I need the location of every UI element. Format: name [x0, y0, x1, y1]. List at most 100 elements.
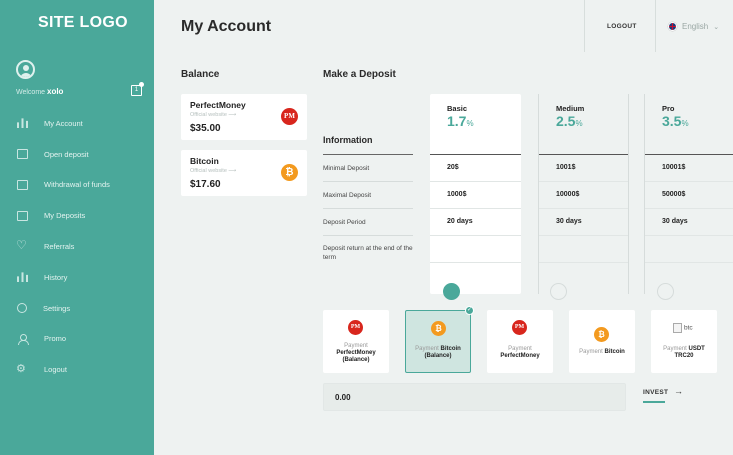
plan-row-divider — [539, 262, 628, 263]
plan-row-divider — [539, 208, 628, 209]
plan-max: 50000$ — [662, 191, 686, 198]
plan-row-divider — [645, 208, 733, 209]
sidebar-item-referrals[interactable]: Referrals — [0, 231, 154, 262]
payment-label: Payment PerfectMoney (Balance) — [336, 343, 376, 363]
plan-max: 10000$ — [556, 191, 580, 198]
plan-basic-radio[interactable] — [443, 283, 460, 300]
balance-name: PerfectMoney — [190, 100, 246, 110]
sidebar-item-label: Withdrawal of funds — [44, 180, 110, 190]
plan-basic[interactable]: Basic 1.7% 20$ 1000$ 20 days — [430, 94, 521, 294]
deposit-title: Make a Deposit — [323, 69, 396, 80]
payment-label: Payment Bitcoin — [579, 349, 625, 355]
balance-card-bitcoin: Bitcoin Official website ⟶ $17.60 ₿ — [181, 150, 307, 196]
sidebar-item-withdrawal[interactable]: Withdrawal of funds — [0, 170, 154, 201]
plan-min: 1001$ — [556, 164, 576, 171]
site-logo[interactable]: SITE LOGO — [38, 14, 128, 32]
welcome-label: Welcome — [16, 89, 46, 96]
perfectmoney-icon: PM — [281, 108, 298, 125]
plan-row-divider — [645, 262, 733, 263]
sidebar-item-label: Referrals — [44, 242, 75, 252]
plan-pro-radio[interactable] — [657, 283, 674, 300]
logout-link[interactable]: LOGOUT — [607, 23, 637, 30]
page-title: My Account — [181, 18, 272, 35]
payment-bitcoin[interactable]: ₿ Payment Bitcoin — [569, 310, 635, 373]
sidebar-item-label: Promo — [44, 334, 67, 344]
official-website-link[interactable]: Official website ⟶ — [190, 112, 236, 118]
row-divider — [323, 235, 413, 236]
selected-check-icon: ✓ — [465, 306, 474, 315]
plan-name: Medium — [556, 104, 585, 113]
plan-divider — [539, 154, 628, 155]
bitcoin-icon: ₿ — [431, 321, 446, 336]
welcome-text: Welcome xolo — [16, 87, 63, 96]
payment-bitcoin-balance[interactable]: ₿ Payment Bitcoin (Balance) — [405, 310, 471, 373]
balance-amount: $35.00 — [190, 123, 221, 134]
sidebar-item-label: My Account — [44, 118, 83, 128]
sidebar-item-label: Open deposit — [44, 149, 89, 159]
sidebar-nav: My Account Open deposit Withdrawal of fu… — [0, 108, 154, 385]
plan-rate: 2.5% — [556, 113, 583, 129]
avatar-icon[interactable] — [16, 60, 35, 79]
plan-row-divider — [539, 235, 628, 236]
plan-rate: 3.5% — [662, 113, 689, 129]
sidebar-item-my-account[interactable]: My Account — [0, 108, 154, 139]
sidebar-item-history[interactable]: History — [0, 262, 154, 293]
bitcoin-icon: ₿ — [281, 164, 298, 181]
balance-name: Bitcoin — [190, 156, 219, 166]
chevron-down-icon: ⌄ — [713, 23, 720, 31]
cash-withdraw-icon — [17, 179, 28, 190]
sidebar-item-label: Settings — [43, 303, 71, 313]
sidebar-item-label: History — [44, 272, 68, 282]
language-select[interactable]: English ⌄ — [668, 22, 719, 31]
plan-medium-radio[interactable] — [550, 283, 567, 300]
plan-row-divider — [430, 262, 521, 263]
plan-period: 30 days — [662, 218, 688, 225]
invest-button[interactable]: INVEST — [643, 389, 668, 396]
information-divider — [323, 154, 413, 155]
plan-pro[interactable]: Pro 3.5% 10001$ 50000$ 30 days — [644, 94, 733, 294]
payment-label: Payment USDT TRC20 — [663, 346, 705, 359]
row-label-max: Maximal Deposit — [323, 192, 372, 199]
plan-min: 20$ — [447, 164, 459, 171]
settings-clock-icon — [17, 303, 27, 314]
sidebar-item-logout[interactable]: Logout — [0, 354, 154, 385]
bitcoin-icon: ₿ — [594, 327, 609, 342]
payment-perfectmoney[interactable]: PM Payment PerfectMoney — [487, 310, 553, 373]
plan-row-divider — [430, 235, 521, 236]
sidebar-item-promo[interactable]: Promo — [0, 324, 154, 355]
official-website-link[interactable]: Official website ⟶ — [190, 168, 236, 174]
invest-underline — [643, 401, 665, 403]
sidebar-item-open-deposit[interactable]: Open deposit — [0, 139, 154, 170]
sidebar-item-label: Logout — [44, 365, 67, 375]
sidebar-item-settings[interactable]: Settings — [0, 293, 154, 324]
amount-input[interactable] — [323, 383, 626, 411]
chart-icon — [17, 272, 28, 282]
payment-label: Payment Bitcoin (Balance) — [415, 346, 461, 359]
gear-icon — [16, 362, 28, 375]
header-divider — [584, 0, 585, 52]
plan-medium[interactable]: Medium 2.5% 1001$ 10000$ 30 days — [538, 94, 629, 294]
sidebar-item-my-deposits[interactable]: My Deposits — [0, 200, 154, 231]
plan-row-divider — [645, 235, 733, 236]
sidebar-item-label: My Deposits — [44, 211, 86, 221]
row-divider — [323, 181, 413, 182]
perfectmoney-icon: PM — [512, 320, 527, 335]
balance-card-perfectmoney: PerfectMoney Official website ⟶ $35.00 P… — [181, 94, 307, 140]
plan-row-divider — [430, 181, 521, 182]
plan-max: 1000$ — [447, 191, 467, 198]
user-icon — [17, 333, 29, 345]
plan-period: 30 days — [556, 218, 582, 225]
payment-perfectmoney-balance[interactable]: PM Payment PerfectMoney (Balance) — [323, 310, 389, 373]
header-divider — [655, 0, 656, 52]
uk-flag-icon — [668, 22, 677, 31]
balance-amount: $17.60 — [190, 179, 221, 190]
notification-dot — [139, 82, 144, 87]
broken-image-icon: btc — [673, 323, 693, 333]
row-divider — [323, 208, 413, 209]
wallet-icon — [17, 149, 28, 160]
payment-label: Payment PerfectMoney — [500, 346, 540, 359]
arrow-right-icon[interactable]: → — [674, 386, 683, 396]
information-title: Information — [323, 135, 373, 145]
plan-name: Pro — [662, 104, 675, 113]
payment-usdt-trc20[interactable]: btc Payment USDT TRC20 — [651, 310, 717, 373]
